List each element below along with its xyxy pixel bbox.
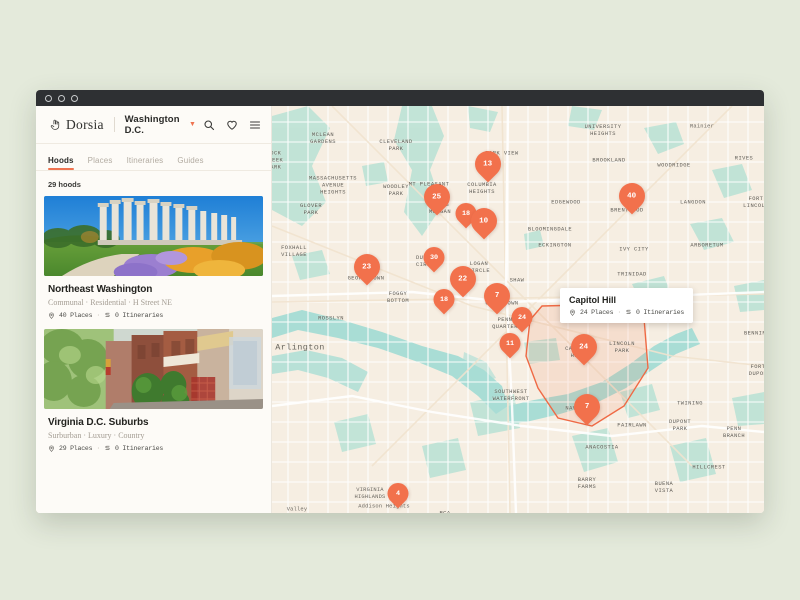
route-icon: [104, 445, 111, 452]
card-meta: 40 Places · 0 Itineraries: [48, 312, 259, 319]
map-pin-icon: 18: [429, 285, 459, 315]
marker-count: 7: [585, 403, 590, 411]
marker-count: 11: [506, 340, 514, 348]
map-marker[interactable]: 25: [424, 184, 450, 214]
chevron-down-icon: ▼: [189, 121, 196, 128]
marker-count: 24: [518, 314, 526, 322]
map-marker[interactable]: 24: [512, 307, 533, 332]
map-marker[interactable]: 7: [484, 283, 510, 313]
marker-count: 30: [430, 254, 438, 262]
map-pin-icon: 25: [419, 179, 456, 216]
marker-count: 10: [479, 217, 488, 225]
card-title: Northeast Washington: [48, 284, 259, 295]
sidebar-panel: Dorsia Washington D.C. ▼: [36, 106, 272, 513]
tooltip-title: Capitol Hill: [569, 295, 684, 305]
window-minimize-button[interactable]: [58, 95, 65, 102]
marker-count: 22: [458, 275, 467, 283]
heart-icon[interactable]: [226, 119, 238, 131]
window-content: Dorsia Washington D.C. ▼: [36, 106, 764, 513]
map-marker[interactable]: 13: [475, 151, 501, 181]
map-pin-icon: [569, 309, 576, 316]
brick-street-photo: [44, 329, 263, 409]
marker-count: 24: [579, 343, 588, 351]
map-pin-icon: [48, 312, 55, 319]
app-bar-icons: [203, 119, 261, 131]
tab-bar: Hoods Places Itineraries Guides: [36, 144, 271, 171]
brand-logo[interactable]: Dorsia: [48, 117, 104, 133]
meta-separator: ·: [96, 445, 100, 452]
card-title: Virginia D.C. Suburbs: [48, 417, 259, 428]
route-icon: [625, 309, 632, 316]
map-canvas[interactable]: MCLEAN GARDENSCLEVELAND PARKUNIVERSITY H…: [272, 106, 764, 513]
map-pin-icon: 30: [419, 243, 449, 273]
search-icon[interactable]: [203, 119, 215, 131]
brand-name: Dorsia: [66, 117, 104, 133]
map-pin-icon: 24: [507, 303, 537, 333]
window-close-button[interactable]: [45, 95, 52, 102]
map-pin-icon: 11: [495, 329, 525, 359]
window-maximize-button[interactable]: [71, 95, 78, 102]
map-marker[interactable]: 7: [574, 394, 600, 424]
map-pin-icon: 7: [569, 389, 606, 426]
map-marker[interactable]: 24: [571, 334, 597, 364]
list-item[interactable]: Northeast Washington Communal · Resident…: [44, 196, 263, 319]
marker-count: 40: [627, 192, 636, 200]
map-pin-icon: 40: [614, 178, 651, 215]
map-marker[interactable]: 11: [500, 333, 521, 358]
map-pin-icon: 10: [466, 203, 503, 240]
map-marker[interactable]: 30: [424, 247, 445, 272]
map-pin-icon: 4: [383, 479, 413, 509]
hamburger-menu-icon[interactable]: [249, 119, 261, 131]
card-body: Northeast Washington Communal · Resident…: [44, 276, 263, 319]
marker-count: 13: [483, 160, 492, 168]
meta-separator: ·: [617, 309, 621, 316]
map-tooltip[interactable]: Capitol Hill 24 Places · 0 Itineraries: [560, 288, 693, 323]
map-marker[interactable]: 18: [434, 289, 455, 314]
tab-guides[interactable]: Guides: [177, 156, 203, 170]
card-subtitle: Surburban · Luxury · Country: [48, 431, 259, 440]
map-pin-icon: [48, 445, 55, 452]
marker-count: 18: [462, 210, 470, 218]
map-marker[interactable]: 40: [619, 183, 645, 213]
places-count: 29 Places: [59, 445, 92, 452]
browser-window: Dorsia Washington D.C. ▼: [36, 90, 764, 513]
marker-count: 23: [362, 263, 371, 271]
tooltip-itineraries: 0 Itineraries: [636, 309, 684, 316]
marker-count: 25: [432, 193, 441, 201]
tab-hoods[interactable]: Hoods: [48, 156, 74, 170]
tab-places[interactable]: Places: [88, 156, 113, 170]
card-subtitle: Communal · Residential · H Street NE: [48, 298, 259, 307]
capitol-columns-photo: [44, 196, 263, 276]
card-meta: 29 Places · 0 Itineraries: [48, 445, 259, 452]
map-pin-icon: 23: [349, 249, 386, 286]
map-marker[interactable]: 4: [388, 483, 409, 508]
map-pin-icon: 13: [470, 146, 507, 183]
tooltip-meta: 24 Places · 0 Itineraries: [569, 309, 684, 316]
marker-count: 4: [396, 490, 400, 498]
map-marker[interactable]: 23: [354, 254, 380, 284]
hood-list[interactable]: Northeast Washington Communal · Resident…: [36, 196, 271, 513]
city-selector[interactable]: Washington D.C. ▼: [125, 114, 196, 136]
map-marker[interactable]: 10: [471, 208, 497, 238]
marker-count: 18: [440, 296, 448, 304]
route-icon: [104, 312, 111, 319]
result-count: 29 hoods: [36, 171, 271, 196]
itineraries-count: 0 Itineraries: [115, 445, 163, 452]
marker-count: 7: [495, 292, 500, 300]
map-pin-icon: 7: [479, 278, 516, 315]
city-label: Washington D.C.: [125, 114, 185, 136]
meta-separator: ·: [96, 312, 100, 319]
tooltip-places: 24 Places: [580, 309, 613, 316]
app-bar: Dorsia Washington D.C. ▼: [36, 106, 271, 144]
places-count: 40 Places: [59, 312, 92, 319]
divider: [114, 117, 115, 132]
window-titlebar: [36, 90, 764, 106]
list-item[interactable]: Virginia D.C. Suburbs Surburban · Luxury…: [44, 329, 263, 452]
hand-pointing-icon: [48, 117, 62, 133]
tab-itineraries[interactable]: Itineraries: [127, 156, 164, 170]
itineraries-count: 0 Itineraries: [115, 312, 163, 319]
card-body: Virginia D.C. Suburbs Surburban · Luxury…: [44, 409, 263, 452]
map-pin-icon: 24: [566, 329, 603, 366]
